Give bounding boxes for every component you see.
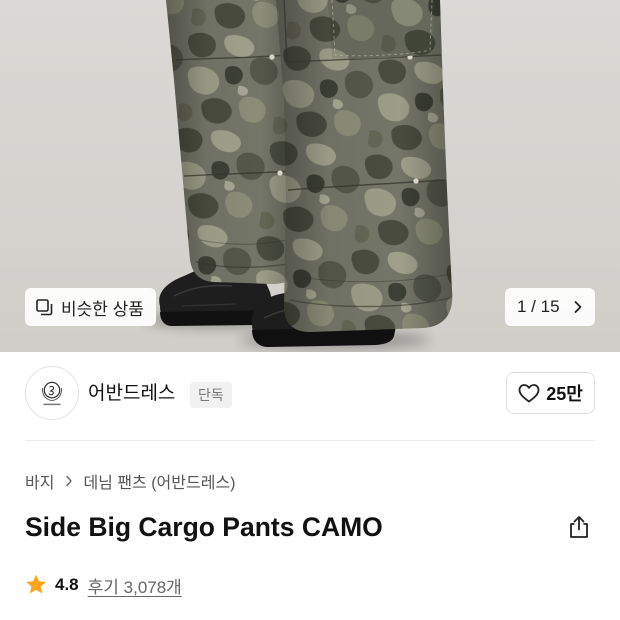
like-count: 25만 bbox=[546, 384, 583, 404]
similar-items-label: 비슷한 상품 bbox=[61, 299, 144, 319]
brand-logo[interactable] bbox=[25, 366, 79, 420]
rating-row: 4.8 후기 3,078개 bbox=[24, 572, 182, 598]
reviews-link[interactable]: 후기 3,078개 bbox=[88, 573, 182, 598]
share-button[interactable] bbox=[566, 514, 592, 540]
heart-icon bbox=[518, 383, 540, 403]
similar-items-icon bbox=[36, 298, 53, 316]
image-pager[interactable]: 1 / 15 bbox=[505, 288, 595, 326]
rating-score: 4.8 bbox=[55, 575, 79, 594]
exclusive-badge: 단독 bbox=[190, 382, 232, 408]
cargo-pocket bbox=[328, 0, 434, 59]
product-title: Side Big Cargo Pants CAMO bbox=[25, 512, 383, 542]
brand-name[interactable]: 어반드레스 bbox=[88, 380, 175, 408]
similar-items-button[interactable]: 비슷한 상품 bbox=[25, 288, 156, 326]
breadcrumb: 바지 데님 팬츠 (어반드레스) bbox=[25, 469, 235, 493]
product-detail-page: 비슷한 상품 1 / 15 어반드레스 단독 25만 바지 데님 팬츠 (어반드… bbox=[0, 0, 620, 620]
pager-label: 1 / 15 bbox=[517, 297, 560, 316]
divider bbox=[25, 440, 595, 441]
breadcrumb-item-subcategory[interactable]: 데님 팬츠 (어반드레스) bbox=[83, 469, 235, 493]
like-button[interactable]: 25만 bbox=[506, 372, 595, 414]
product-image-gallery[interactable]: 비슷한 상품 1 / 15 bbox=[0, 0, 620, 352]
chevron-right-icon bbox=[65, 475, 73, 487]
star-icon bbox=[24, 573, 48, 597]
chevron-right-icon bbox=[573, 300, 583, 314]
share-icon bbox=[566, 514, 592, 540]
breadcrumb-item-category[interactable]: 바지 bbox=[25, 469, 54, 493]
